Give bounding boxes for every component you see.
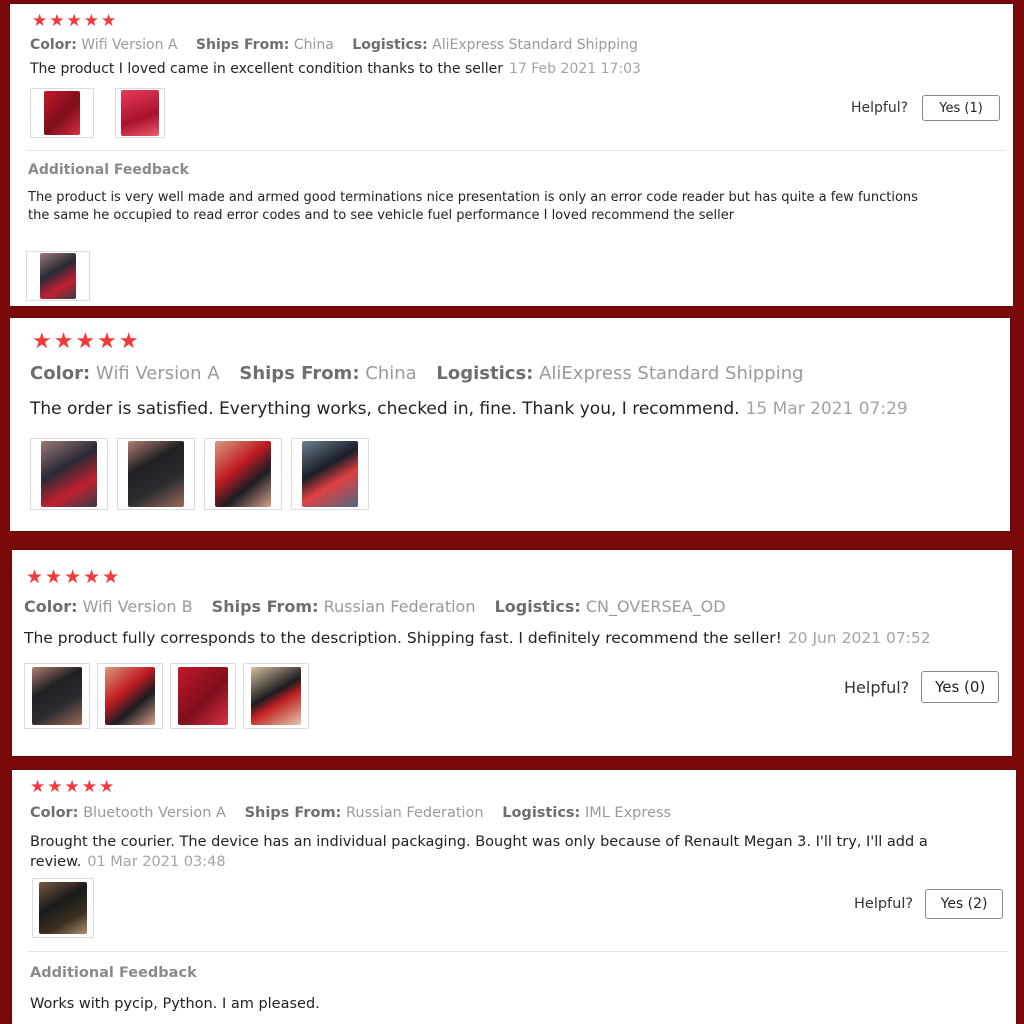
logistics-value: IML Express: [584, 805, 672, 821]
ships-from-label: Ships From:: [239, 363, 360, 384]
review-date: 17 Feb 2021 17:03: [509, 61, 641, 77]
color-label: Color:: [30, 805, 79, 821]
additional-photos: [26, 251, 90, 301]
review-photos: [24, 663, 309, 729]
review-text: The product I loved came in excellent co…: [30, 61, 641, 77]
review-body: The product fully corresponds to the des…: [24, 629, 782, 647]
review-meta: Color: Wifi Version A Ships From: China …: [30, 363, 818, 384]
helpful-row: Helpful? Yes (0): [844, 671, 1000, 703]
review-date: 20 Jun 2021 07:52: [787, 629, 931, 647]
divider: [26, 150, 1006, 151]
review-photos: [30, 438, 369, 510]
star-rating: ★★★★★: [32, 329, 141, 354]
helpful-row: Helpful? Yes (2): [854, 889, 1004, 919]
review-card-3: ★★★★★ Color: Wifi Version B Ships From: …: [12, 550, 1012, 756]
review-photo[interactable]: [117, 438, 195, 510]
review-photo[interactable]: [32, 878, 94, 938]
review-card-1: ★★★★★ Color: Wifi Version A Ships From: …: [10, 4, 1013, 306]
photo-image: [215, 441, 271, 507]
logistics-label: Logistics:: [494, 597, 581, 616]
helpful-yes-button[interactable]: Yes (2): [925, 889, 1004, 919]
ships-from-value: Russian Federation: [323, 597, 476, 616]
helpful-label: Helpful?: [844, 677, 910, 697]
review-text: The order is satisfied. Everything works…: [30, 399, 908, 419]
review-body: The order is satisfied. Everything works…: [30, 399, 740, 419]
logistics-label: Logistics:: [502, 805, 581, 821]
photo-image: [39, 882, 87, 934]
color-value: Wifi Version A: [95, 363, 220, 384]
ships-from-label: Ships From:: [211, 597, 319, 616]
review-photo[interactable]: [97, 663, 163, 729]
photo-image: [44, 91, 80, 135]
helpful-label: Helpful?: [854, 896, 914, 912]
review-photo[interactable]: [26, 251, 90, 301]
logistics-value: AliExpress Standard Shipping: [432, 37, 638, 53]
logistics-label: Logistics:: [352, 37, 428, 53]
review-text: The product fully corresponds to the des…: [24, 629, 931, 647]
review-meta: Color: Bluetooth Version A Ships From: R…: [30, 805, 685, 821]
photo-image: [302, 441, 358, 507]
photo-image: [32, 667, 82, 725]
review-photo[interactable]: [115, 88, 165, 138]
review-photos: [32, 878, 94, 938]
star-rating: ★★★★★: [32, 11, 119, 31]
photo-image: [41, 441, 97, 507]
helpful-yes-button[interactable]: Yes (1): [922, 95, 1001, 121]
review-text: Brought the courier. The device has an i…: [30, 832, 965, 872]
logistics-label: Logistics:: [436, 363, 534, 384]
ships-from-value: China: [293, 37, 334, 53]
ships-from-label: Ships From:: [244, 805, 342, 821]
review-date: 01 Mar 2021 03:48: [87, 854, 226, 870]
review-meta: Color: Wifi Version A Ships From: China …: [30, 37, 652, 53]
photo-image: [105, 667, 155, 725]
review-photo[interactable]: [204, 438, 282, 510]
ships-from-value: Russian Federation: [345, 805, 484, 821]
review-card-2: ★★★★★ Color: Wifi Version A Ships From: …: [10, 318, 1010, 531]
additional-feedback-title: Additional Feedback: [30, 965, 197, 981]
ships-from-label: Ships From:: [195, 37, 290, 53]
color-label: Color:: [30, 37, 77, 53]
review-photo[interactable]: [30, 438, 108, 510]
helpful-label: Helpful?: [851, 100, 909, 116]
review-date: 15 Mar 2021 07:29: [745, 399, 908, 419]
photo-image: [128, 441, 184, 507]
review-photo[interactable]: [291, 438, 369, 510]
color-label: Color:: [24, 597, 78, 616]
additional-feedback-text: The product is very well made and armed …: [28, 190, 918, 223]
review-meta: Color: Wifi Version B Ships From: Russia…: [24, 597, 740, 616]
helpful-row: Helpful? Yes (1): [851, 95, 1001, 121]
divider: [28, 951, 1008, 952]
photo-image: [251, 667, 301, 725]
review-card-4: ★★★★★ Color: Bluetooth Version A Ships F…: [12, 770, 1016, 1024]
review-photo[interactable]: [243, 663, 309, 729]
color-value: Wifi Version A: [81, 37, 178, 53]
review-photo[interactable]: [30, 88, 94, 138]
color-value: Wifi Version B: [82, 597, 193, 616]
review-photos: [30, 88, 165, 138]
photo-image: [178, 667, 228, 725]
review-photo[interactable]: [24, 663, 90, 729]
additional-feedback-text: Works with pycip, Python. I am pleased.: [30, 996, 320, 1012]
color-value: Bluetooth Version A: [83, 805, 226, 821]
photo-image: [121, 90, 159, 136]
ships-from-value: China: [365, 363, 417, 384]
review-photo[interactable]: [170, 663, 236, 729]
logistics-value: CN_OVERSEA_OD: [585, 597, 726, 616]
helpful-yes-button[interactable]: Yes (0): [921, 671, 1000, 703]
star-rating: ★★★★★: [26, 566, 122, 588]
logistics-value: AliExpress Standard Shipping: [539, 363, 804, 384]
photo-image: [40, 253, 76, 299]
additional-feedback-title: Additional Feedback: [28, 162, 189, 178]
color-label: Color:: [30, 363, 91, 384]
star-rating: ★★★★★: [30, 777, 117, 797]
review-body: The product I loved came in excellent co…: [30, 61, 503, 77]
